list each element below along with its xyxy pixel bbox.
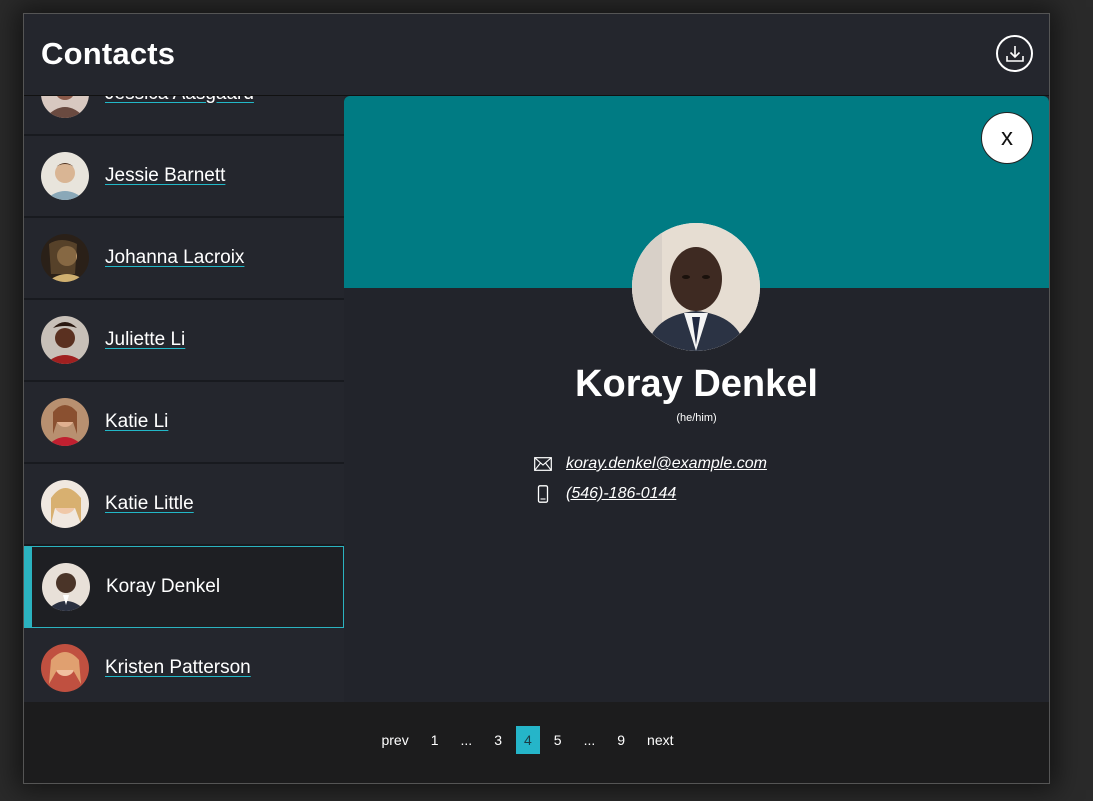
avatar	[41, 234, 89, 282]
contact-item[interactable]: Juliette Li	[24, 300, 344, 382]
pagination: prev 1... 3 4 5... 9 next	[24, 702, 1049, 783]
page-4-button[interactable]: 4	[515, 726, 540, 754]
contact-list[interactable]: Jessica Aasgaard Jessie Barnett Johanna …	[24, 96, 345, 702]
page-9-button[interactable]: 9	[609, 726, 633, 754]
email-row: koray.denkel@example.com	[534, 455, 767, 473]
phone-icon	[534, 485, 556, 503]
detail-avatar	[632, 223, 760, 351]
contact-name[interactable]: Katie Li	[105, 411, 168, 433]
contact-item[interactable]: Katie Li	[24, 382, 344, 464]
pagination-ellipsis: ...	[583, 732, 596, 748]
avatar	[41, 398, 89, 446]
phone-row: (546)-186-0144	[534, 485, 676, 503]
page-5-button[interactable]: 5	[546, 726, 570, 754]
contact-name[interactable]: Kristen Patterson	[105, 657, 251, 679]
mail-icon	[534, 455, 556, 473]
contact-item-selected[interactable]: Koray Denkel	[24, 546, 344, 628]
contact-item[interactable]: Johanna Lacroix	[24, 218, 344, 300]
contact-item[interactable]: Jessie Barnett	[24, 136, 344, 218]
contact-item[interactable]: Katie Little	[24, 464, 344, 546]
app-header: Contacts	[24, 14, 1049, 96]
contact-list-items: Jessica Aasgaard Jessie Barnett Johanna …	[24, 96, 344, 702]
contact-name[interactable]: Koray Denkel	[106, 576, 220, 598]
avatar	[41, 96, 89, 118]
contact-name[interactable]: Jessica Aasgaard	[105, 96, 254, 105]
page-3-button[interactable]: 3	[486, 726, 510, 754]
avatar	[42, 563, 90, 611]
contact-name[interactable]: Jessie Barnett	[105, 165, 225, 187]
avatar	[41, 152, 89, 200]
contact-item[interactable]: Kristen Patterson	[24, 628, 344, 702]
pronouns: (he/him)	[676, 412, 717, 424]
page-1-button[interactable]: 1	[423, 726, 447, 754]
phone-link[interactable]: (546)-186-0144	[566, 485, 676, 503]
pagination-ellipsis: ...	[460, 732, 473, 748]
avatar	[41, 316, 89, 364]
contact-name[interactable]: Juliette Li	[105, 329, 185, 351]
prev-page-button[interactable]: prev	[373, 726, 416, 754]
contact-detail-panel: x Koray Denkel (he/him) koray.denkel@exa…	[344, 96, 1049, 702]
download-button[interactable]	[996, 35, 1033, 72]
contact-item[interactable]: Jessica Aasgaard	[24, 96, 344, 136]
contacts-app: Contacts Jessica Aasgaard Jessie Barnett	[23, 13, 1050, 784]
email-link[interactable]: koray.denkel@example.com	[566, 455, 767, 473]
close-button[interactable]: x	[981, 112, 1033, 164]
next-page-button[interactable]: next	[639, 726, 681, 754]
contact-name[interactable]: Katie Little	[105, 493, 194, 515]
avatar	[41, 644, 89, 692]
page-title: Contacts	[41, 36, 176, 71]
avatar	[41, 480, 89, 528]
contact-name[interactable]: Johanna Lacroix	[105, 247, 244, 269]
detail-name: Koray Denkel	[575, 363, 818, 405]
download-icon	[1005, 45, 1024, 62]
pagination-links: prev 1... 3 4 5... 9 next	[24, 726, 1040, 754]
